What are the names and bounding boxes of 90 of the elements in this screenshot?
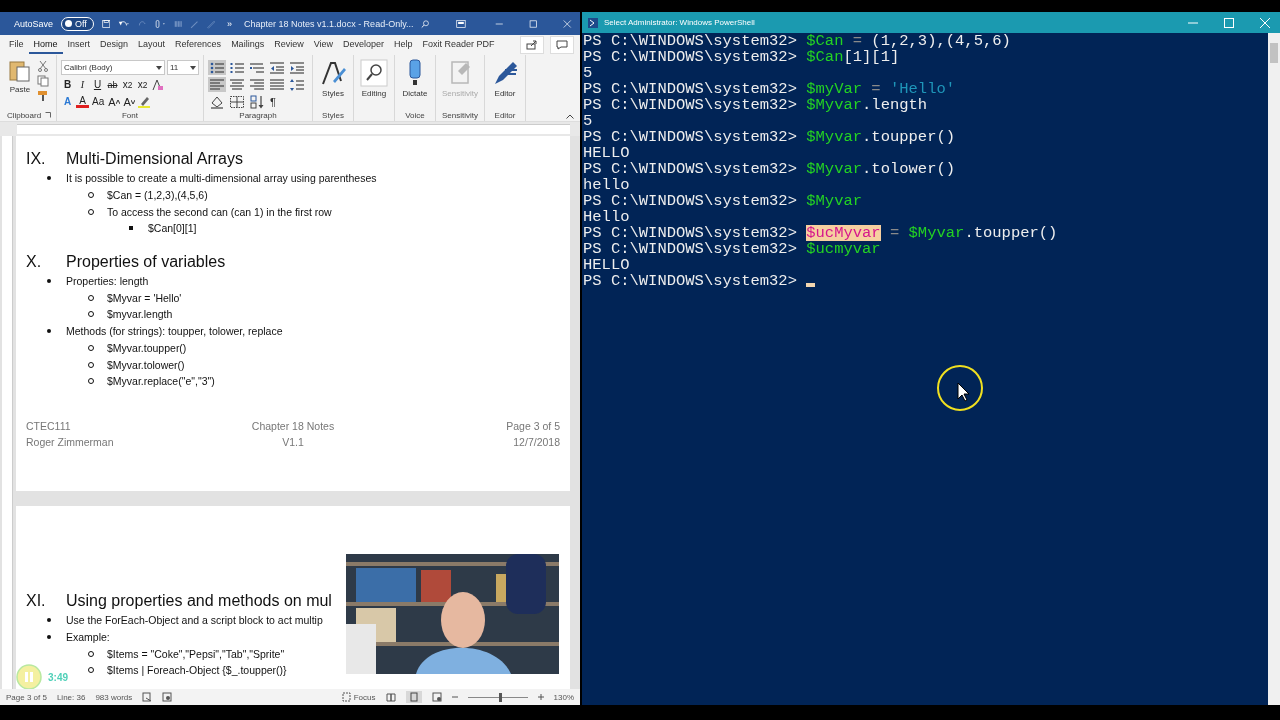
zoom-percent[interactable]: 130%: [553, 692, 574, 702]
ribbon-tab[interactable]: References: [170, 36, 227, 54]
more-commands-button[interactable]: »: [223, 16, 237, 31]
format-button[interactable]: B: [61, 77, 74, 92]
autosave-label: AutoSave: [14, 18, 54, 29]
recording-timer: 3:49: [48, 671, 68, 683]
ribbon-tab[interactable]: Home: [28, 36, 63, 54]
console-line: HELLO: [583, 145, 631, 161]
ribbon-tab[interactable]: Design: [95, 36, 134, 54]
list-item-text: Methods (for strings): toupper, tolower, replace: [66, 325, 283, 338]
ribbon-tab[interactable]: File: [4, 36, 29, 54]
section-heading: Using properties and methods on mul: [66, 591, 332, 611]
list-item-text: $Myvar = 'Hello': [107, 291, 182, 304]
group-label: Sensitivity: [442, 110, 478, 120]
format-button[interactable]: A: [61, 94, 74, 109]
group-label: Clipboard: [6, 110, 42, 120]
format-button[interactable]: A: [76, 95, 89, 108]
section-number: X.: [26, 251, 43, 272]
section-heading: Properties of variables: [66, 251, 226, 272]
ribbon-command-button[interactable]: Styles: [316, 57, 350, 109]
console-line: PS C:\WINDOWS\system32> $Can = (1,2,3),(4,5,6): [583, 33, 1012, 49]
show-formatting-button[interactable]: ¶: [268, 95, 278, 108]
console-line: PS C:\WINDOWS\system32> $Myvar.tolower(): [583, 161, 957, 177]
list-item-text: To access the second can (can 1) in the first row: [107, 205, 332, 218]
format-button[interactable]: ab: [106, 77, 119, 92]
format-button[interactable]: A: [122, 94, 136, 109]
console-line: PS C:\WINDOWS\system32> $ucmyvar: [583, 241, 882, 257]
console-line: PS C:\WINDOWS\system32> $Myvar.toupper(): [583, 129, 957, 145]
footer-text: 12/7/2018: [513, 435, 560, 451]
autosave-toggle[interactable]: Off: [61, 16, 94, 31]
format-button[interactable]: A: [107, 94, 121, 109]
ribbon-command-button[interactable]: Editing: [357, 57, 391, 109]
footer-text: Roger Zimmerman: [26, 435, 115, 451]
footer-text: Page 3 of 5: [506, 418, 560, 434]
console-line: PS C:\WINDOWS\system32> $Myvar: [583, 193, 864, 209]
font-size-field[interactable]: 11: [167, 60, 199, 75]
console-line: 5: [583, 65, 594, 81]
ribbon-tab[interactable]: Foxit Reader PDF: [417, 36, 500, 54]
list-item-text: $Myvar.replace("e","3"): [107, 375, 215, 388]
ribbon-tab[interactable]: Layout: [133, 36, 171, 54]
section-number: XI.: [26, 591, 47, 611]
list-item-text: $Myvar.toupper(): [107, 341, 187, 354]
font-name-field[interactable]: Calibri (Body): [61, 60, 165, 75]
list-item-text: Example:: [66, 631, 110, 644]
window-title: Select Administrator: Windows PowerShell: [604, 18, 756, 27]
word-count[interactable]: 983 words: [95, 692, 133, 702]
console-line: hello: [583, 177, 631, 193]
console-line: PS C:\WINDOWS\system32> $Myvar.length: [583, 97, 929, 113]
list-item-text: $Items | Foreach-Object {$_.toupper()}: [107, 664, 287, 677]
ribbon-tab[interactable]: Mailings: [226, 36, 270, 54]
ribbon-command-button[interactable]: Editor: [488, 57, 522, 109]
list-item-text: It is possible to create a multi-dimensional array using parentheses: [66, 172, 377, 185]
ribbon-tab[interactable]: Insert: [62, 36, 96, 54]
list-item-text: $myvar.length: [107, 308, 173, 321]
format-button[interactable]: Aa: [91, 94, 106, 109]
list-item-text: Properties: length: [66, 275, 149, 288]
footer-text: Chapter 18 Notes: [251, 418, 335, 434]
footer-text: CTEC111: [26, 418, 72, 434]
ribbon-tab[interactable]: Review: [269, 36, 309, 54]
console-line: PS C:\WINDOWS\system32> $myVar = 'Hello': [583, 81, 957, 97]
line-number: Line: 36: [56, 692, 86, 702]
console-line: PS C:\WINDOWS\system32> $ucMyvar = $Myvar.toupper(): [583, 225, 1059, 241]
ribbon-tab[interactable]: View: [308, 36, 338, 54]
list-item-text: $Can[0][1]: [148, 222, 197, 235]
paste-button[interactable]: Paste: [6, 57, 34, 109]
footer-text: V1.1: [282, 435, 304, 451]
format-button[interactable]: U: [91, 77, 104, 92]
console-line: PS C:\WINDOWS\system32> $Can[1][1]: [583, 49, 901, 65]
list-item-text: $Can = (1,2,3),(4,5,6): [107, 189, 208, 202]
ribbon-tab[interactable]: Developer: [338, 36, 390, 54]
console-line: 5: [583, 113, 594, 129]
console-line: Hello: [583, 209, 631, 225]
group-label: Font: [122, 110, 138, 120]
focus-button[interactable]: Focus: [341, 692, 376, 702]
group-label: Editor: [494, 110, 516, 120]
ribbon-command-button[interactable]: Dictate: [398, 57, 432, 109]
window-title: Chapter 18 Notes v1.1.docx - Read-Only...: [244, 18, 414, 29]
page-count[interactable]: Page 3 of 5: [6, 692, 47, 702]
section-heading: Multi-Dimensional Arrays: [66, 149, 243, 169]
console-line: HELLO: [583, 257, 631, 273]
list-item-text: $Myvar.tolower(): [107, 358, 185, 371]
group-label: Styles: [322, 110, 344, 120]
section-number: IX.: [26, 149, 47, 169]
group-label: Voice: [405, 110, 425, 120]
list-item-text: $Items = "Coke","Pepsi","Tab","Sprite": [107, 647, 285, 660]
group-label: Paragraph: [239, 110, 277, 120]
console-line: PS C:\WINDOWS\system32>: [583, 273, 1268, 289]
ribbon-tab[interactable]: Help: [389, 36, 418, 54]
list-item-text: Use the ForEach-Object and a script block to act multip: [66, 614, 323, 627]
format-button[interactable]: I: [76, 77, 89, 92]
